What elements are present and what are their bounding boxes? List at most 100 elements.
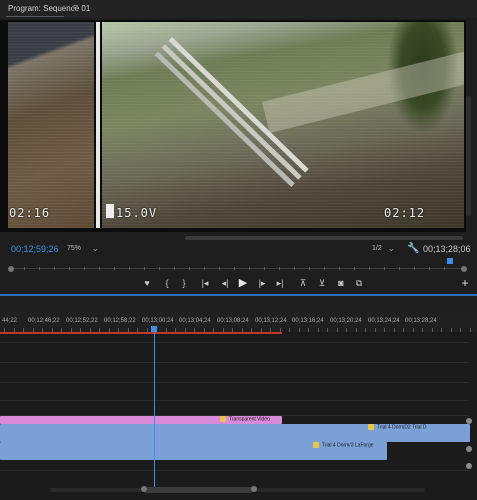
mini-ruler-tick — [309, 267, 310, 270]
timeline-ruler[interactable]: 44;22 00;12;46;22 00;12;52;22 00;12;58;22 00… — [0, 312, 477, 332]
tab-underline — [6, 16, 64, 17]
go-to-in-button[interactable]: |◂ — [198, 276, 212, 290]
mini-ruler-tick — [354, 267, 355, 270]
playback-resolution-select[interactable]: 1/2 — [372, 245, 382, 252]
clip-trial4-dormd2[interactable]: Trial 4 DormD2 Trial D — [0, 424, 470, 442]
mark-out-button[interactable]: } — [177, 276, 191, 290]
mini-ruler-tick — [369, 267, 370, 270]
ruler-tick-label: 44;22 — [2, 318, 18, 324]
fx-icon — [368, 424, 374, 430]
ruler-tick-label: 00;13;24;24 — [368, 318, 400, 324]
extract-button[interactable]: ⊻ — [315, 276, 329, 290]
wrench-icon[interactable]: 🔧 — [407, 243, 419, 254]
plus-icon: + — [461, 276, 469, 290]
panel-divider[interactable] — [0, 294, 477, 296]
step-forward-button[interactable]: |▸ — [255, 276, 269, 290]
lift-icon: ⊼ — [299, 278, 307, 288]
monitor-ruler-ticks — [9, 262, 461, 272]
ruler-tick — [393, 328, 395, 332]
mini-ruler-tick — [189, 267, 190, 270]
clip-label: Trial 4 DormD2 Trial D — [368, 424, 427, 430]
ruler-tick — [450, 328, 452, 332]
mini-ruler-tick — [429, 267, 430, 270]
mini-ruler-tick — [414, 267, 415, 270]
ruler-tick-label: 00;13;04;24 — [179, 318, 211, 324]
ruler-tick — [469, 328, 471, 332]
ruler-tick — [441, 328, 442, 332]
mark-in-button[interactable]: { — [160, 276, 174, 290]
osd-voltage: 15.0V — [116, 206, 158, 220]
mini-ruler-tick — [99, 267, 100, 270]
ruler-tick — [422, 328, 423, 332]
ruler-tick — [308, 328, 309, 332]
ruler-tick-label: 00;13;12;24 — [255, 318, 287, 324]
zoom-level-select[interactable]: 75% — [67, 245, 81, 252]
mini-ruler-tick — [39, 267, 40, 270]
fx-icon — [313, 442, 319, 448]
ruler-tick — [460, 328, 461, 332]
clip-trial4-laforge[interactable]: Trial 4 Dorm/3 LaForge — [0, 442, 387, 460]
hamburger-icon[interactable]: ≡ — [73, 2, 78, 12]
mini-ruler-tick — [384, 267, 385, 270]
scroll-right-handle[interactable] — [251, 486, 257, 492]
monitor-vertical-scrollbar[interactable] — [466, 96, 471, 216]
render-status-bar — [0, 332, 282, 334]
mini-ruler-tick — [114, 267, 115, 270]
mini-ruler-tick — [279, 267, 280, 270]
track-height-handle[interactable] — [466, 418, 472, 424]
monitor-playhead[interactable] — [447, 258, 453, 264]
osd-right-timer: 02:12 — [384, 206, 426, 220]
mini-ruler-tick — [234, 267, 235, 270]
mini-ruler-tick — [324, 267, 325, 270]
lift-button[interactable]: ⊼ — [296, 276, 310, 290]
clip-transparent-video[interactable]: Transparent Video — [0, 416, 282, 424]
ruler-tick — [374, 328, 376, 332]
timeline-playhead-line[interactable] — [154, 332, 155, 487]
ruler-start-handle[interactable] — [8, 266, 14, 272]
ruler-tick — [289, 328, 290, 332]
comparison-view-button[interactable]: ⧉ — [352, 276, 366, 290]
monitor-zoom-scrollbar[interactable] — [185, 236, 463, 240]
mini-ruler-tick — [144, 267, 145, 270]
ruler-tick-label: 00;12;58;22 — [104, 318, 136, 324]
ruler-tick-label: 00;13;08;24 — [217, 318, 249, 324]
step-back-button[interactable]: ◂| — [218, 276, 232, 290]
mini-ruler-tick — [444, 267, 445, 270]
ruler-tick-label: 00;12;46;22 — [28, 318, 60, 324]
mark-out-icon: } — [182, 278, 186, 288]
ruler-tick-label: 00;13;00;24 — [142, 318, 174, 324]
ruler-tick — [365, 328, 366, 332]
sequence-duration-timecode: 00;13;28;06 — [423, 244, 471, 254]
ruler-tick — [403, 328, 404, 332]
timeline-panel — [0, 312, 477, 500]
ruler-tick — [336, 328, 338, 332]
add-button[interactable]: + — [458, 276, 472, 290]
mini-ruler-tick — [249, 267, 250, 270]
mini-ruler-tick — [204, 267, 205, 270]
go-to-out-button[interactable]: ▸| — [273, 276, 287, 290]
mini-ruler-tick — [219, 267, 220, 270]
mini-ruler-tick — [264, 267, 265, 270]
track-height-handle[interactable] — [466, 463, 472, 469]
export-frame-button[interactable]: ◙ — [334, 276, 348, 290]
ruler-tick-label: 00;13;16;24 — [292, 318, 324, 324]
ruler-tick-label: 00;13;20;24 — [330, 318, 362, 324]
mini-ruler-tick — [54, 267, 55, 270]
track-height-handle[interactable] — [466, 446, 472, 452]
chevron-down-icon[interactable]: ⌄ — [388, 244, 395, 253]
ruler-tick-label: 00;13;28;24 — [405, 318, 437, 324]
ruler-end-handle[interactable] — [461, 266, 467, 272]
playhead-timecode[interactable]: 00;12;59;26 — [11, 244, 59, 254]
play-button[interactable]: ▶ — [236, 276, 250, 290]
scroll-left-handle[interactable] — [141, 486, 147, 492]
timeline-scroll-thumb[interactable] — [143, 487, 253, 493]
go-to-in-icon: |◂ — [201, 278, 209, 288]
mini-ruler-tick — [339, 267, 340, 270]
video-left-pane — [8, 22, 94, 228]
ruler-tick — [355, 328, 357, 332]
chevron-down-icon[interactable]: ⌄ — [92, 244, 99, 253]
marker-icon: ♥ — [144, 278, 150, 288]
camera-icon: ◙ — [338, 278, 344, 288]
add-marker-button[interactable]: ♥ — [140, 276, 154, 290]
ruler-tick — [317, 328, 319, 332]
